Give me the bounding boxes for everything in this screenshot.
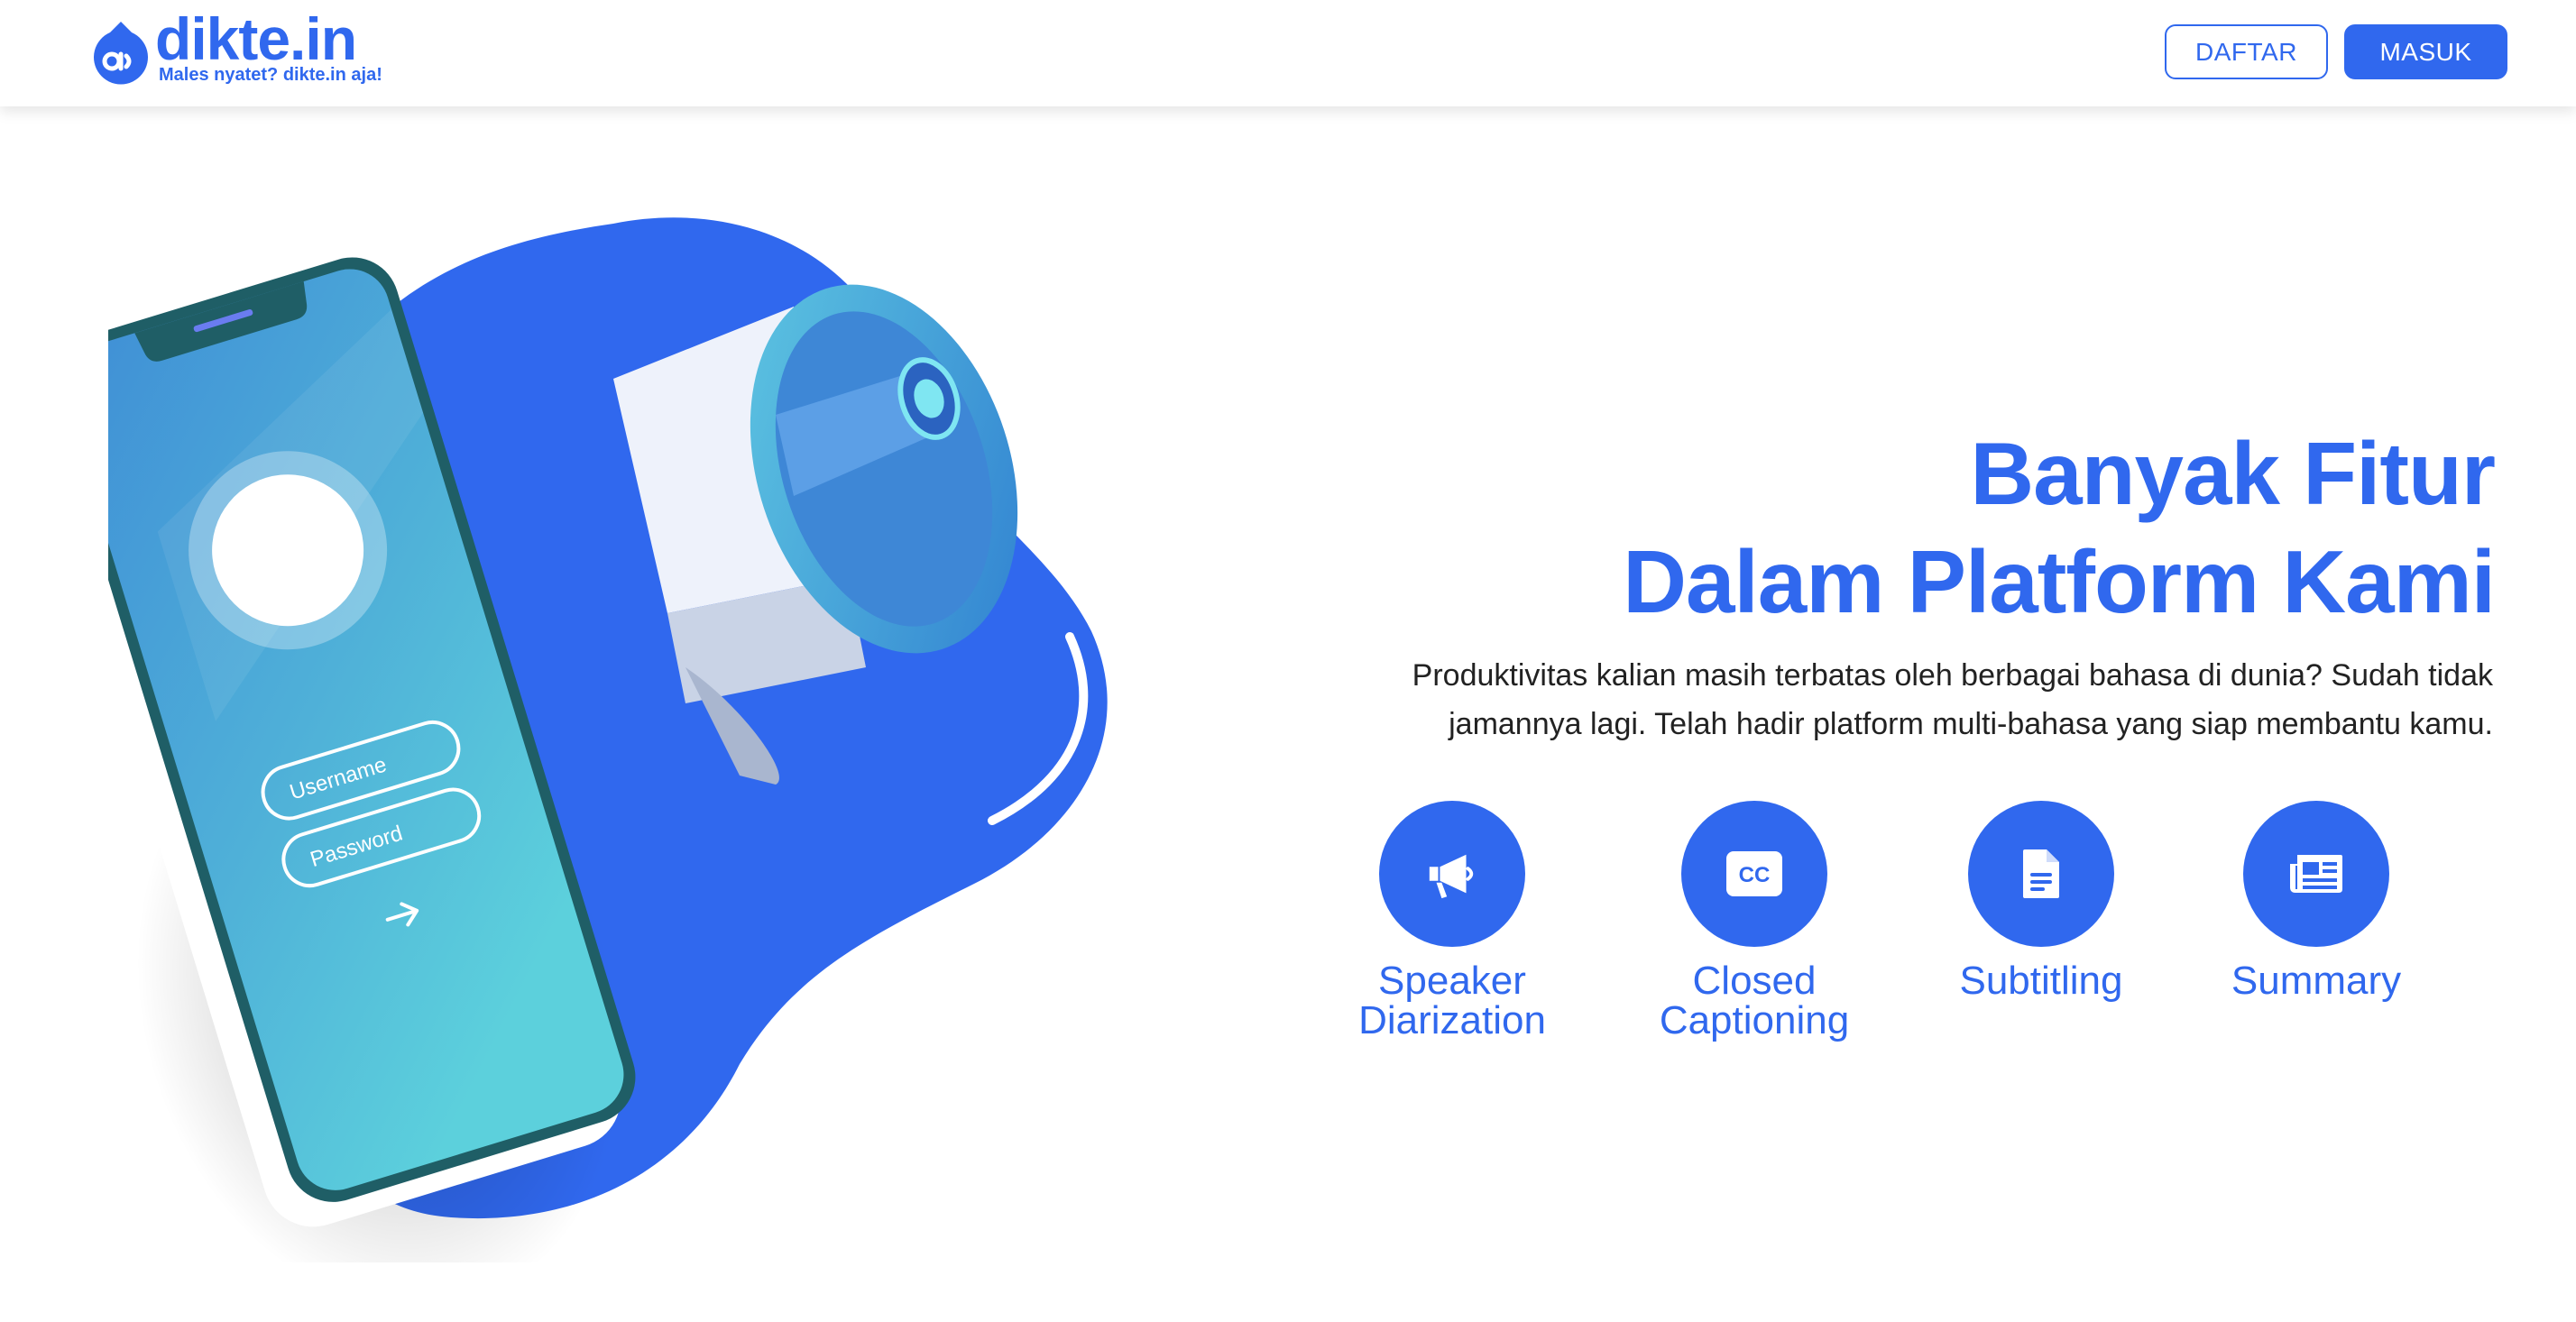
brand-tagline: Males nyatet? dikte.in aja! (159, 65, 382, 85)
svg-text:CC: CC (1739, 863, 1771, 887)
feature-summary[interactable]: Summary (2199, 801, 2433, 1001)
closed-caption-icon: CC (1726, 851, 1782, 896)
feature-list: Speaker Diarization CC Closed Captioning (1335, 801, 2507, 1071)
hero-title-line-1: Banyak Fitur (1970, 424, 2496, 523)
feature-speaker-diarization[interactable]: Speaker Diarization (1335, 801, 1569, 1041)
feature-label: Summary (2199, 961, 2433, 1001)
feature-icon-circle (1379, 801, 1525, 947)
hero-title: Banyak Fitur Dalam Platform Kami (1412, 419, 2496, 636)
feature-label-line-1: Speaker (1378, 959, 1526, 1003)
feature-label-line-1: Subtitling (1959, 959, 2123, 1003)
hero-title-line-2: Dalam Platform Kami (1623, 532, 2496, 631)
brand-name: dikte.in (155, 5, 357, 72)
feature-icon-circle (2243, 801, 2389, 947)
daftar-button[interactable]: DAFTAR (2165, 24, 2328, 79)
feature-label-line-1: Summary (2231, 959, 2402, 1003)
newspaper-icon (2290, 855, 2342, 893)
brand-logo[interactable]: dikte.in Males nyatet? dikte.in aja! (88, 9, 382, 90)
hero-description-line-2: jamannya lagi. Telah hadir platform mult… (1449, 707, 2493, 741)
feature-label-line-1: Closed (1692, 959, 1817, 1003)
hero-description: Produktivitas kalian masih terbatas oleh… (1230, 651, 2493, 748)
feature-closed-captioning[interactable]: CC Closed Captioning (1637, 801, 1872, 1041)
logo-mark-icon (94, 22, 148, 85)
hero-description-line-1: Produktivitas kalian masih terbatas oleh… (1412, 658, 2493, 693)
masuk-button[interactable]: MASUK (2344, 24, 2507, 79)
feature-icon-circle (1968, 801, 2114, 947)
feature-label: Closed Captioning (1637, 961, 1872, 1041)
feature-label: Subtitling (1924, 961, 2158, 1001)
hero-illustration: Username Password (108, 217, 1108, 1262)
megaphone-icon (1429, 854, 1474, 899)
feature-icon-circle: CC (1681, 801, 1827, 947)
feature-label-line-2: Diarization (1358, 998, 1546, 1042)
feature-subtitling[interactable]: Subtitling (1924, 801, 2158, 1001)
document-icon (2023, 849, 2059, 898)
feature-label: Speaker Diarization (1335, 961, 1569, 1041)
feature-label-line-2: Captioning (1659, 998, 1850, 1042)
top-navbar: dikte.in Males nyatet? dikte.in aja! DAF… (0, 0, 2576, 106)
